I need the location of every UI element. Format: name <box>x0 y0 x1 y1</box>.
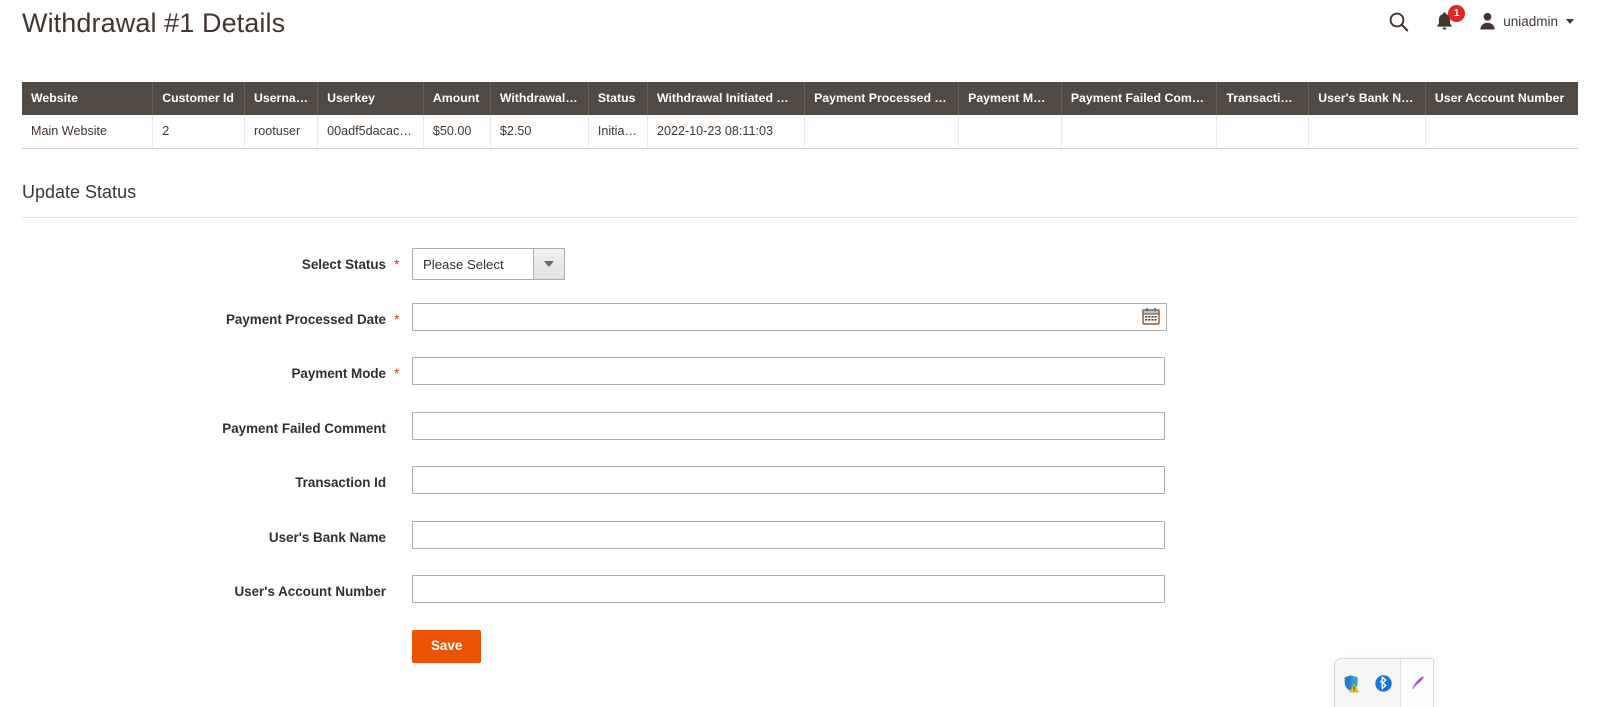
cell-user-account-number <box>1425 115 1578 149</box>
column-header-website: Website <box>22 82 154 115</box>
cell-payment-mode <box>958 115 1062 149</box>
user-name: uniadmin <box>1503 13 1558 29</box>
cell-amount: $50.00 <box>423 115 491 149</box>
column-header-payment-mode: Payment Mode <box>958 82 1062 115</box>
label-payment-failed-comment: Payment Failed Comment <box>222 420 386 436</box>
column-header-customer-id: Customer Id <box>152 82 245 115</box>
save-button[interactable]: Save <box>412 629 482 663</box>
required-marker-select-status: * <box>394 256 400 272</box>
cell-userkey: 00adf5dacac3528 <box>317 115 424 149</box>
admin-page: Withdrawal #1 Details 1 uniadmin Website… <box>0 0 1600 707</box>
column-header-transaction-id: Transaction Id <box>1216 82 1310 115</box>
field-row-users-account-number: User's Account Number <box>0 575 1600 630</box>
cell-transaction-id <box>1216 115 1310 149</box>
field-row-select-status: Select Status * Please Select <box>0 248 1600 303</box>
transaction-id-input[interactable] <box>412 466 1165 494</box>
user-avatar-icon <box>1480 12 1495 30</box>
field-row-payment-failed-comment: Payment Failed Comment <box>0 411 1600 467</box>
payment-processed-date-input[interactable] <box>412 302 1167 331</box>
column-header-userkey: Userkey <box>317 82 424 115</box>
cell-username: rootuser <box>244 115 319 149</box>
column-header-status: Status <box>588 82 648 115</box>
bluetooth-icon[interactable] <box>1368 659 1401 707</box>
shield-warning-icon[interactable] <box>1335 659 1368 707</box>
users-bank-name-input[interactable] <box>412 520 1165 549</box>
chevron-down-icon <box>1566 18 1574 24</box>
column-header-payment-processed-date: Payment Processed Date <box>804 82 960 115</box>
field-row-users-bank-name: User's Bank Name <box>0 520 1600 576</box>
field-row-payment-processed-date: Payment Processed Date * <box>0 302 1600 358</box>
system-tray <box>1334 658 1434 707</box>
cell-withdrawal-initiated-date: 2022-10-23 08:11:03 <box>647 115 806 149</box>
cell-payment-failed-comment <box>1061 115 1218 149</box>
notifications-button[interactable]: 1 <box>1431 5 1466 33</box>
user-menu[interactable]: uniadmin <box>1479 12 1574 30</box>
update-status-section: Update Status <box>22 182 1578 218</box>
label-transaction-id: Transaction Id <box>295 475 386 490</box>
column-header-payment-failed-comment: Payment Failed Comment <box>1061 82 1218 115</box>
label-payment-processed-date: Payment Processed Date <box>225 311 386 327</box>
section-divider <box>22 217 1578 218</box>
section-title: Update Status <box>22 182 137 202</box>
cell-payment-processed-date <box>804 115 960 149</box>
cell-customer-id: 2 <box>152 115 245 149</box>
calendar-icon[interactable] <box>1141 307 1160 326</box>
cell-website: Main Website <box>22 115 154 149</box>
pen-icon[interactable] <box>1400 659 1433 707</box>
field-row-payment-mode: Payment Mode * <box>0 357 1600 412</box>
page-header: Withdrawal #1 Details 1 uniadmin <box>0 0 1600 62</box>
column-header-withdrawal-initiated-date: Withdrawal Initiated Date <box>647 82 806 115</box>
payment-failed-comment-input[interactable] <box>412 411 1165 440</box>
select-status-dropdown[interactable]: Please Select <box>412 248 565 280</box>
cell-withdrawal-fee: $2.50 <box>490 115 589 149</box>
field-row-transaction-id: Transaction Id <box>0 466 1600 521</box>
table-body: Main Website 2 rootuser 00adf5dacac3528 … <box>22 115 1578 149</box>
table-header: Website Customer Id Username Userkey Amo… <box>22 82 1578 115</box>
column-header-withdrawal-fee: Withdrawal Fee <box>490 82 589 115</box>
notification-badge: 1 <box>1448 5 1466 22</box>
search-icon[interactable] <box>1387 10 1409 32</box>
update-status-form: Select Status * Please Select Payment Pr… <box>0 248 1600 674</box>
column-header-username: Username <box>244 82 319 115</box>
users-account-number-input[interactable] <box>412 575 1165 603</box>
page-title: Withdrawal #1 Details <box>22 8 286 38</box>
payment-mode-input[interactable] <box>412 357 1165 385</box>
label-select-status: Select Status <box>301 257 386 272</box>
cell-status: Initiated <box>588 115 648 149</box>
label-users-bank-name: User's Bank Name <box>268 529 386 545</box>
column-header-user-account-number: User Account Number <box>1425 82 1578 115</box>
required-marker-payment-processed-date: * <box>394 310 400 327</box>
required-marker-payment-mode: * <box>394 365 400 381</box>
column-header-users-bank-name: User's Bank Name <box>1308 82 1426 115</box>
header-actions: 1 uniadmin <box>1387 5 1574 33</box>
column-header-amount: Amount <box>423 82 491 115</box>
label-users-account-number: User's Account Number <box>234 584 386 599</box>
table-row: Main Website 2 rootuser 00adf5dacac3528 … <box>22 115 1578 149</box>
withdrawal-details-table: Website Customer Id Username Userkey Amo… <box>22 82 1578 149</box>
table-header-row: Website Customer Id Username Userkey Amo… <box>22 82 1578 115</box>
cell-users-bank-name <box>1308 115 1426 149</box>
label-payment-mode: Payment Mode <box>291 366 387 381</box>
